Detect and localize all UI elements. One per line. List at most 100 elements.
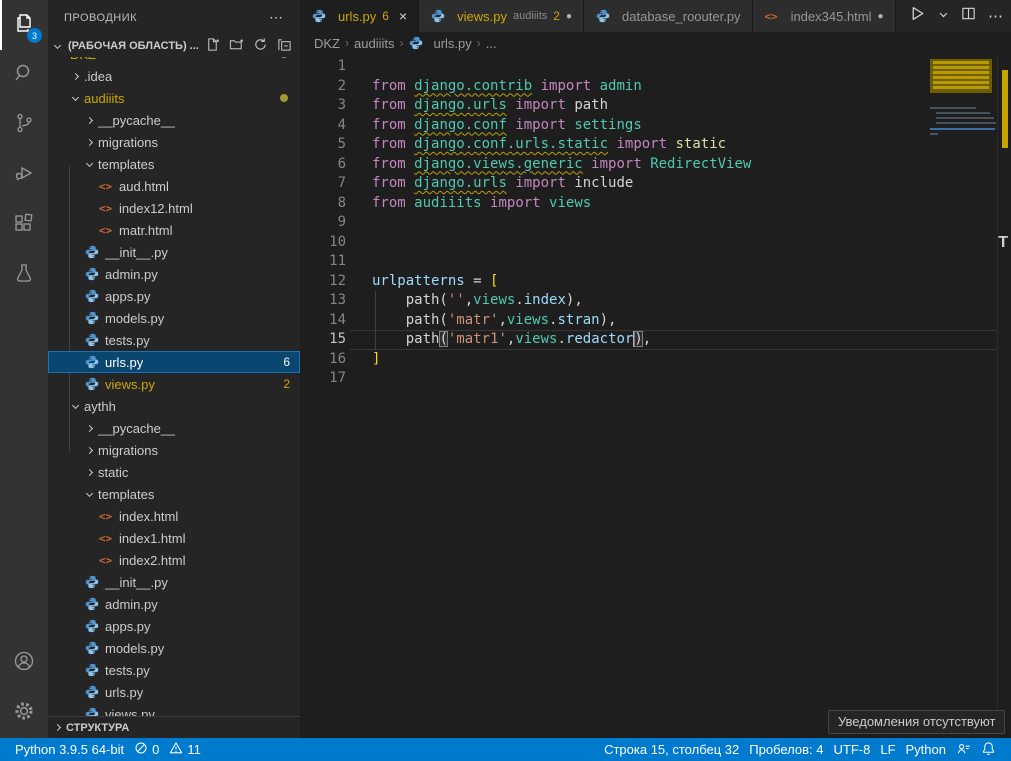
tree-file-models.py[interactable]: models.py	[48, 307, 300, 329]
problems-item[interactable]: 0 11	[129, 738, 206, 761]
code-line-13[interactable]: 13 path('',views.index),	[300, 291, 1011, 311]
testing-view-button[interactable]	[0, 250, 48, 300]
indentation-item[interactable]: Пробелов: 4	[744, 742, 828, 757]
tree-file-tests.py[interactable]: tests.py	[48, 659, 300, 681]
tab-views.py[interactable]: views.pyaudiiits2●	[419, 0, 584, 32]
code-line-10[interactable]: 10	[300, 233, 1011, 253]
breadcrumb-item-urls.py[interactable]: urls.py	[408, 36, 471, 51]
tab-database_roouter.py[interactable]: database_roouter.py	[584, 0, 753, 32]
tab-index345.html[interactable]: <>index345.html●	[753, 0, 896, 32]
run-debug-view-button[interactable]	[0, 150, 48, 200]
tree-file-__init__.py[interactable]: __init__.py	[48, 241, 300, 263]
extensions-view-button[interactable]	[0, 200, 48, 250]
code-line-2[interactable]: 2from django.contrib import admin	[300, 77, 1011, 97]
code-token: 'matr'	[448, 312, 499, 328]
editor-scrollbar[interactable]: T	[997, 54, 1011, 738]
tree-item-label: admin.py	[105, 267, 158, 282]
code-line-11[interactable]: 11	[300, 252, 1011, 272]
breadcrumb-item-audiiits[interactable]: audiiits	[354, 36, 394, 51]
eol-item[interactable]: LF	[875, 742, 900, 757]
code-line-6[interactable]: 6from django.views.generic import Redire…	[300, 155, 1011, 175]
tree-file-models.py[interactable]: models.py	[48, 637, 300, 659]
tree-file-views.py[interactable]: views.py2	[48, 373, 300, 395]
accounts-button[interactable]	[0, 638, 48, 688]
code-line-12[interactable]: 12urlpatterns = [	[300, 272, 1011, 292]
tree-file-index1.html[interactable]: <>index1.html	[48, 527, 300, 549]
source-control-view-button[interactable]	[0, 100, 48, 150]
breadcrumb-item-...[interactable]: ...	[486, 36, 497, 51]
code-line-15[interactable]: 15 path('matr1',views.redactor),	[300, 330, 1011, 350]
outline-section-header[interactable]: СТРУКТУРА	[48, 716, 300, 738]
tree-file-aud.html[interactable]: <>aud.html	[48, 175, 300, 197]
refresh-icon[interactable]	[253, 37, 268, 55]
code-token: audiiits	[414, 195, 481, 211]
new-folder-icon[interactable]	[229, 37, 244, 55]
tab-urls.py[interactable]: urls.py6×	[300, 0, 419, 32]
breadcrumb: DKZ›audiiits›urls.py›...	[300, 32, 1011, 54]
code-token: import	[541, 78, 592, 94]
python-interpreter-item[interactable]: Python 3.9.5 64-bit	[10, 738, 129, 761]
tree-file-admin.py[interactable]: admin.py	[48, 593, 300, 615]
tree-folder-migrations[interactable]: migrations	[48, 439, 300, 461]
minimap-line	[930, 133, 938, 135]
tree-folder-.idea[interactable]: .idea	[48, 65, 300, 87]
tree-file-views.py[interactable]: views.py	[48, 703, 300, 716]
code-token	[642, 156, 650, 172]
tree-folder-audiiits[interactable]: audiiits	[48, 87, 300, 109]
tree-folder-aythh[interactable]: aythh	[48, 395, 300, 417]
minimap[interactable]	[930, 55, 995, 205]
code-line-17[interactable]: 17	[300, 369, 1011, 389]
code-line-7[interactable]: 7from django.urls import include	[300, 174, 1011, 194]
explorer-more-actions[interactable]: ⋯	[269, 9, 284, 26]
code-line-1[interactable]: 1	[300, 57, 1011, 77]
tree-folder-templates[interactable]: templates	[48, 483, 300, 505]
more-actions-icon[interactable]: ⋯	[988, 7, 1003, 25]
chevron-right-icon	[86, 424, 93, 431]
tree-file-__init__.py[interactable]: __init__.py	[48, 571, 300, 593]
tree-file-index.html[interactable]: <>index.html	[48, 505, 300, 527]
code-line-8[interactable]: 8from audiiits import views	[300, 194, 1011, 214]
tree-folder-DKZ[interactable]: DKZ	[48, 57, 300, 65]
workspace-section-header[interactable]: (РАБОЧАЯ ОБЛАСТЬ) ...	[48, 35, 300, 57]
code-line-5[interactable]: 5from django.conf.urls.static import sta…	[300, 135, 1011, 155]
collapse-all-icon[interactable]	[277, 37, 292, 55]
breadcrumb-item-DKZ[interactable]: DKZ	[314, 36, 340, 51]
new-file-icon[interactable]	[205, 37, 220, 55]
code-line-9[interactable]: 9	[300, 213, 1011, 233]
code-token: from	[372, 78, 406, 94]
run-python-file-button[interactable]	[909, 5, 926, 27]
tree-file-index2.html[interactable]: <>index2.html	[48, 549, 300, 571]
tree-folder-__pycache__[interactable]: __pycache__	[48, 417, 300, 439]
tree-file-matr.html[interactable]: <>matr.html	[48, 219, 300, 241]
settings-button[interactable]	[0, 688, 48, 738]
tree-file-urls.py[interactable]: urls.py	[48, 681, 300, 703]
tree-file-index12.html[interactable]: <>index12.html	[48, 197, 300, 219]
feedback-item[interactable]	[951, 741, 976, 759]
run-dropdown-icon[interactable]	[938, 7, 949, 25]
encoding-item[interactable]: UTF-8	[829, 742, 876, 757]
tree-folder-__pycache__[interactable]: __pycache__	[48, 109, 300, 131]
explorer-view-button[interactable]: 3	[0, 0, 48, 50]
tree-file-tests.py[interactable]: tests.py	[48, 329, 300, 351]
tree-folder-static[interactable]: static	[48, 461, 300, 483]
line-number: 16	[300, 350, 346, 370]
language-mode-item[interactable]: Python	[901, 742, 951, 757]
code-line-16[interactable]: 16]	[300, 350, 1011, 370]
tree-folder-migrations[interactable]: migrations	[48, 131, 300, 153]
notifications-bell-item[interactable]	[976, 741, 1001, 759]
search-view-button[interactable]	[0, 50, 48, 100]
tree-file-admin.py[interactable]: admin.py	[48, 263, 300, 285]
tree-file-apps.py[interactable]: apps.py	[48, 285, 300, 307]
close-icon[interactable]: ×	[399, 8, 407, 24]
code-area[interactable]: 12from django.contrib import admin3from …	[300, 54, 1011, 738]
tree-file-urls.py[interactable]: urls.py6	[48, 351, 300, 373]
code-line-3[interactable]: 3from django.urls import path	[300, 96, 1011, 116]
tree-folder-templates[interactable]: templates	[48, 153, 300, 175]
code-line-4[interactable]: 4from django.conf import settings	[300, 116, 1011, 136]
chevron-down-icon	[72, 93, 79, 100]
tree-file-apps.py[interactable]: apps.py	[48, 615, 300, 637]
cursor-position-item[interactable]: Строка 15, столбец 32	[599, 742, 744, 757]
split-editor-icon[interactable]	[961, 6, 976, 26]
code-token: include	[566, 175, 633, 191]
code-line-14[interactable]: 14 path('matr',views.stran),	[300, 311, 1011, 331]
